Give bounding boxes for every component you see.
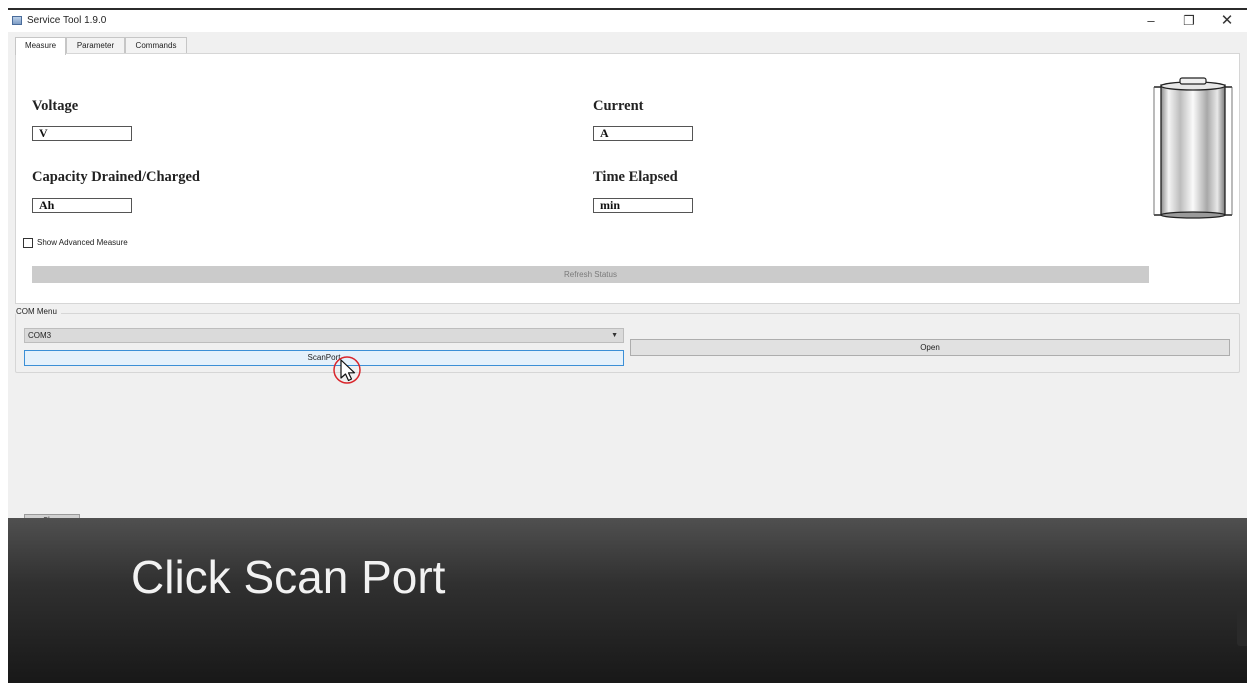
com-menu-group: COM Menu COM3 ▼ ScanPort Open bbox=[15, 306, 1240, 373]
capacity-label: Capacity Drained/Charged bbox=[32, 169, 200, 185]
caption-overlay: Click Scan Port bbox=[8, 518, 1247, 683]
battery-icon bbox=[1152, 77, 1234, 222]
refresh-status-button[interactable]: Refresh Status bbox=[32, 266, 1149, 283]
scan-port-button[interactable]: ScanPort bbox=[24, 350, 624, 366]
measure-panel: Voltage V Current A Capacity Drained/Cha… bbox=[15, 53, 1240, 304]
time-elapsed-field: min bbox=[593, 198, 693, 213]
current-label: Current bbox=[593, 98, 644, 114]
open-port-button[interactable]: Open bbox=[630, 339, 1230, 356]
show-advanced-checkbox[interactable] bbox=[23, 238, 33, 248]
tab-parameter[interactable]: Parameter bbox=[66, 37, 125, 54]
maximize-button[interactable]: ❐ bbox=[1174, 12, 1204, 30]
com-port-value: COM3 bbox=[28, 331, 52, 340]
caption-text: Click Scan Port bbox=[131, 551, 446, 603]
tab-measure[interactable]: Measure bbox=[15, 37, 66, 55]
mouse-pointer-icon bbox=[326, 348, 368, 390]
title-bar: Service Tool 1.9.0 – ❐ ✕ bbox=[8, 10, 1247, 32]
chevron-down-icon: ▼ bbox=[611, 332, 618, 339]
com-port-select[interactable]: COM3 ▼ bbox=[24, 328, 624, 343]
voltage-label: Voltage bbox=[32, 98, 79, 114]
close-window-button[interactable]: ✕ bbox=[1212, 12, 1242, 30]
edge-tab bbox=[1237, 608, 1247, 646]
com-menu-title: COM Menu bbox=[16, 306, 61, 318]
app-icon bbox=[12, 16, 22, 25]
tab-commands[interactable]: Commands bbox=[125, 37, 187, 54]
show-advanced-label: Show Advanced Measure bbox=[37, 238, 128, 247]
minimize-button[interactable]: – bbox=[1136, 12, 1166, 30]
window-title: Service Tool 1.9.0 bbox=[27, 15, 107, 26]
voltage-field: V bbox=[32, 126, 132, 141]
time-elapsed-label: Time Elapsed bbox=[593, 169, 678, 185]
current-field: A bbox=[593, 126, 693, 141]
app-window: Service Tool 1.9.0 – ❐ ✕ Measure Paramet… bbox=[8, 8, 1247, 683]
capacity-field: Ah bbox=[32, 198, 132, 213]
